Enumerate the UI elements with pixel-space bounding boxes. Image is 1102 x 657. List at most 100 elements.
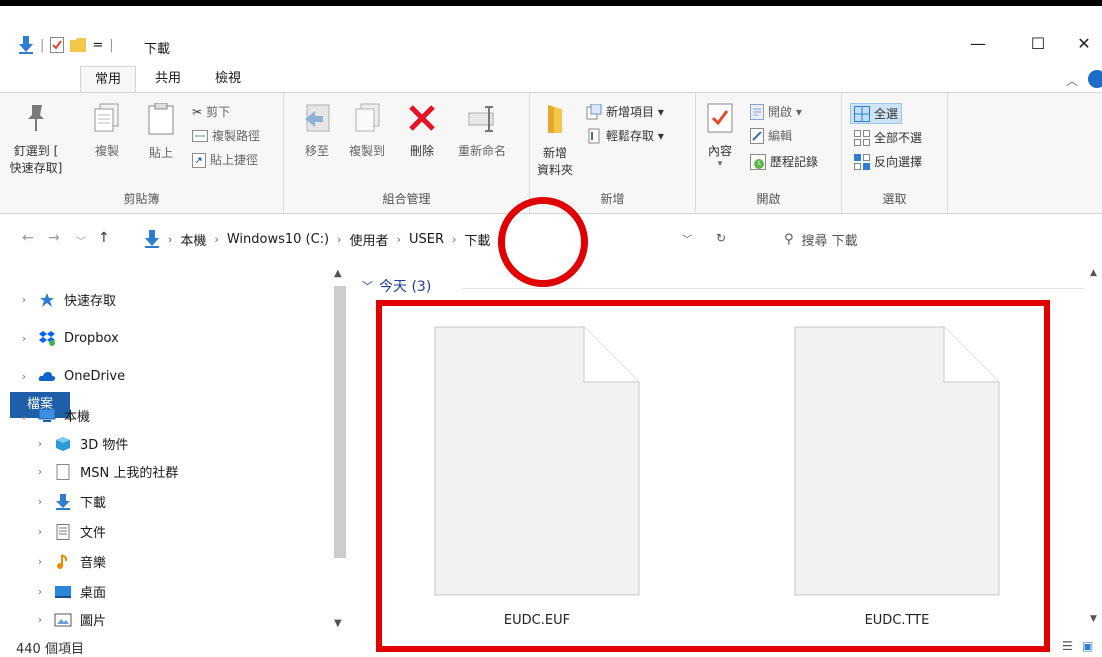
scroll-up-icon[interactable]: ▲ bbox=[334, 268, 342, 279]
desktop-icon bbox=[55, 585, 71, 598]
recent-locations-icon[interactable]: ﹀ bbox=[76, 233, 86, 248]
invert-selection-label: 反向選擇 bbox=[874, 155, 923, 169]
ribbon-tabs: 檔案 常用 共用 檢視 ︿ bbox=[0, 66, 1102, 418]
paste-shortcut-icon bbox=[192, 152, 206, 168]
rename-button[interactable]: 重新命名 bbox=[450, 103, 514, 159]
tab-view[interactable]: 檢視 bbox=[200, 66, 256, 92]
minimize-button[interactable]: — bbox=[958, 34, 998, 58]
qa-customize-icon[interactable]: = bbox=[92, 38, 103, 53]
new-item-label: 新增項目 ▾ bbox=[606, 105, 664, 119]
breadcrumb-drive[interactable]: Windows10 (C:) bbox=[227, 232, 329, 247]
expand-icon[interactable]: › bbox=[34, 525, 46, 538]
collapse-icon[interactable]: ⌄ bbox=[18, 409, 30, 422]
expand-icon[interactable]: › bbox=[34, 495, 46, 508]
clipboard-group: 釘選到 [ 快速存取] 複製 貼上 ✂ 剪下 複製路徑 貼上捷徑 剪貼簿 bbox=[0, 93, 284, 213]
properties-dropdown-icon[interactable]: ▾ bbox=[700, 159, 740, 169]
breadcrumb-separator-icon[interactable]: › bbox=[337, 233, 341, 246]
search-box[interactable]: ⚲ 搜尋 下載 bbox=[770, 224, 1090, 254]
nav-item-desktop[interactable]: › 桌面 bbox=[34, 582, 106, 601]
select-none-button[interactable]: 全部不選 bbox=[854, 129, 922, 146]
scroll-down-icon[interactable]: ▼ bbox=[334, 618, 342, 629]
breadcrumb-separator-icon[interactable]: › bbox=[214, 233, 218, 246]
address-bar[interactable]: › 本機 › Windows10 (C:) › 使用者 › USER › 下載 bbox=[138, 224, 702, 254]
history-button[interactable]: 歷程記錄 bbox=[750, 153, 818, 170]
content-scrollbar[interactable]: ▲ ▼ bbox=[1086, 262, 1102, 632]
nav-item-documents[interactable]: › 文件 bbox=[34, 522, 106, 541]
nav-item-3d-objects[interactable]: › 3D 物件 bbox=[34, 434, 128, 453]
large-icons-view-icon[interactable]: ▣ bbox=[1082, 639, 1093, 653]
delete-button[interactable]: 刪除 bbox=[400, 103, 444, 159]
breadcrumb-separator-icon[interactable]: › bbox=[397, 233, 401, 246]
new-folder-icon[interactable] bbox=[70, 38, 87, 52]
scroll-down-icon[interactable]: ▼ bbox=[1090, 614, 1097, 624]
nav-item-downloads[interactable]: › 下載 bbox=[34, 492, 106, 511]
tab-home[interactable]: 常用 bbox=[80, 66, 136, 92]
address-dropdown-icon[interactable]: ﹀ bbox=[682, 231, 692, 246]
edit-label: 編輯 bbox=[768, 129, 793, 143]
breadcrumb-separator-icon[interactable]: › bbox=[168, 233, 172, 246]
paste-button[interactable]: 貼上 bbox=[138, 102, 184, 161]
back-arrow-icon[interactable]: ← bbox=[22, 230, 34, 246]
title-bar: | = | 下載 — ☐ ✕ bbox=[0, 30, 1102, 62]
navigation-pane: › 快速存取 › Dropbox › OneDrive ⌄ 本機 › 3D 物件… bbox=[0, 262, 340, 632]
group-divider bbox=[462, 288, 1084, 289]
help-icon[interactable] bbox=[1088, 70, 1102, 88]
pin-to-quick-access-button[interactable]: 釘選到 [ 快速存取] bbox=[2, 103, 70, 176]
nav-pane-scrollbar[interactable]: ▲ ▼ bbox=[330, 268, 348, 632]
scroll-up-icon[interactable]: ▲ bbox=[1090, 268, 1097, 278]
new-folder-button[interactable]: 新增 資料夾 bbox=[530, 103, 580, 178]
breadcrumb-users[interactable]: 使用者 bbox=[350, 230, 389, 249]
expand-icon[interactable]: › bbox=[34, 437, 46, 450]
paste-shortcut-button[interactable]: 貼上捷徑 bbox=[192, 151, 258, 168]
expand-icon[interactable]: › bbox=[18, 370, 30, 383]
breadcrumb-separator-icon[interactable]: › bbox=[452, 233, 456, 246]
refresh-icon[interactable]: ↻ bbox=[716, 231, 726, 245]
close-button[interactable]: ✕ bbox=[1064, 34, 1102, 58]
tab-share[interactable]: 共用 bbox=[140, 66, 196, 92]
select-all-button[interactable]: 全選 bbox=[850, 103, 903, 124]
download-arrow-icon[interactable] bbox=[18, 36, 34, 54]
nav-item-dropbox[interactable]: › Dropbox bbox=[18, 330, 119, 346]
forward-arrow-icon[interactable]: → bbox=[48, 230, 60, 246]
scroll-thumb[interactable] bbox=[334, 286, 346, 558]
copy-path-button[interactable]: 複製路徑 bbox=[192, 127, 260, 144]
group-collapse-icon[interactable]: ﹀ bbox=[362, 278, 373, 294]
nav-item-quick-access[interactable]: › 快速存取 bbox=[18, 290, 116, 309]
breadcrumb-this-pc[interactable]: 本機 bbox=[180, 230, 206, 249]
document-icon bbox=[56, 463, 70, 480]
move-to-button[interactable]: 移至 bbox=[294, 103, 340, 159]
expand-icon[interactable]: › bbox=[34, 555, 46, 568]
expand-icon[interactable]: › bbox=[34, 585, 46, 598]
nav-item-onedrive[interactable]: › OneDrive bbox=[18, 368, 125, 384]
nav-item-msn[interactable]: › MSN 上我的社群 bbox=[34, 462, 178, 481]
up-arrow-icon[interactable]: ↑ bbox=[98, 230, 110, 246]
properties-check-icon[interactable] bbox=[50, 37, 65, 53]
copy-button[interactable]: 複製 bbox=[84, 103, 130, 159]
group-header[interactable]: ﹀ 今天 (3) bbox=[362, 276, 431, 296]
open-button[interactable]: 開啟 ▾ bbox=[750, 103, 802, 120]
details-view-icon[interactable]: ☰ bbox=[1062, 639, 1073, 653]
delete-label: 刪除 bbox=[409, 144, 434, 158]
select-none-icon bbox=[854, 129, 870, 146]
new-item-button[interactable]: 新增項目 ▾ bbox=[586, 103, 664, 120]
easy-access-button[interactable]: 輕鬆存取 ▾ bbox=[586, 127, 664, 144]
copy-to-button[interactable]: 複製到 bbox=[342, 103, 392, 159]
nav-item-pictures[interactable]: › 圖片 bbox=[34, 610, 106, 629]
cut-button[interactable]: ✂ 剪下 bbox=[192, 103, 230, 120]
invert-selection-button[interactable]: 反向選擇 bbox=[854, 153, 922, 170]
nav-item-this-pc[interactable]: ⌄ 本機 bbox=[18, 406, 90, 425]
copy-path-icon bbox=[192, 129, 208, 142]
breadcrumb-user[interactable]: USER bbox=[409, 232, 444, 247]
expand-icon[interactable]: › bbox=[18, 293, 30, 306]
maximize-button[interactable]: ☐ bbox=[1018, 34, 1058, 58]
nav-label: MSN 上我的社群 bbox=[80, 466, 179, 481]
edit-button[interactable]: 編輯 bbox=[750, 127, 792, 144]
properties-button[interactable]: 內容 ▾ bbox=[700, 103, 740, 169]
expand-icon[interactable]: › bbox=[18, 332, 30, 345]
move-to-icon bbox=[305, 104, 330, 132]
expand-icon[interactable]: › bbox=[34, 613, 46, 626]
nav-item-music[interactable]: › 音樂 bbox=[34, 552, 106, 571]
ribbon-collapse-icon[interactable]: ︿ bbox=[1066, 72, 1078, 89]
breadcrumb-downloads[interactable]: 下載 bbox=[464, 230, 490, 249]
expand-icon[interactable]: › bbox=[34, 465, 46, 478]
